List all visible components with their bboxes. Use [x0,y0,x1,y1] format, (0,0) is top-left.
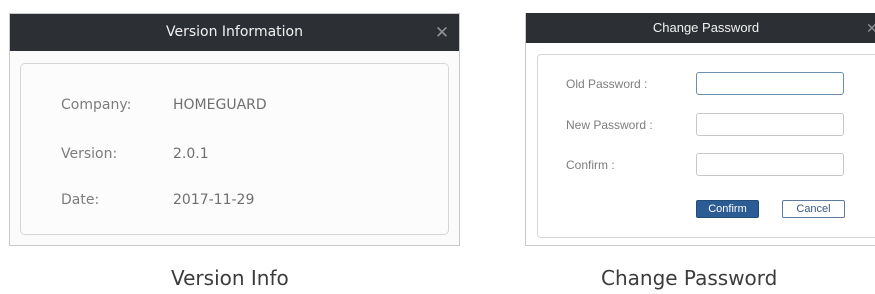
company-label: Company: [61,97,132,113]
date-value: 2017-11-29 [173,192,255,208]
change-password-dialog: Change Password ✕ Old Password : New Pas… [525,13,875,246]
version-info-caption: Version Info [171,266,289,290]
new-password-input[interactable] [696,113,844,136]
version-dialog-title: Version Information [166,24,303,40]
version-info-panel: Company: HOMEGUARD Version: 2.0.1 Date: … [20,63,449,235]
password-dialog-title: Change Password [652,20,760,35]
close-icon[interactable]: ✕ [866,13,875,43]
date-label: Date: [61,192,100,208]
close-icon[interactable]: ✕ [433,14,451,51]
confirm-password-input[interactable] [696,153,844,176]
version-label: Version: [61,146,118,162]
page: Version Information ✕ Company: HOMEGUARD… [0,0,875,294]
confirm-password-label: Confirm : [566,158,615,172]
old-password-input[interactable] [696,72,844,95]
version-value: 2.0.1 [173,146,209,162]
company-value: HOMEGUARD [173,97,267,113]
password-dialog-titlebar: Change Password ✕ [526,13,875,43]
version-info-dialog: Version Information ✕ Company: HOMEGUARD… [9,13,460,246]
change-password-caption: Change Password [601,266,778,290]
confirm-button[interactable]: Confirm [696,200,759,218]
version-dialog-titlebar: Version Information ✕ [10,14,459,51]
cancel-button[interactable]: Cancel [782,200,845,218]
new-password-label: New Password : [566,118,653,132]
old-password-label: Old Password : [566,77,648,91]
